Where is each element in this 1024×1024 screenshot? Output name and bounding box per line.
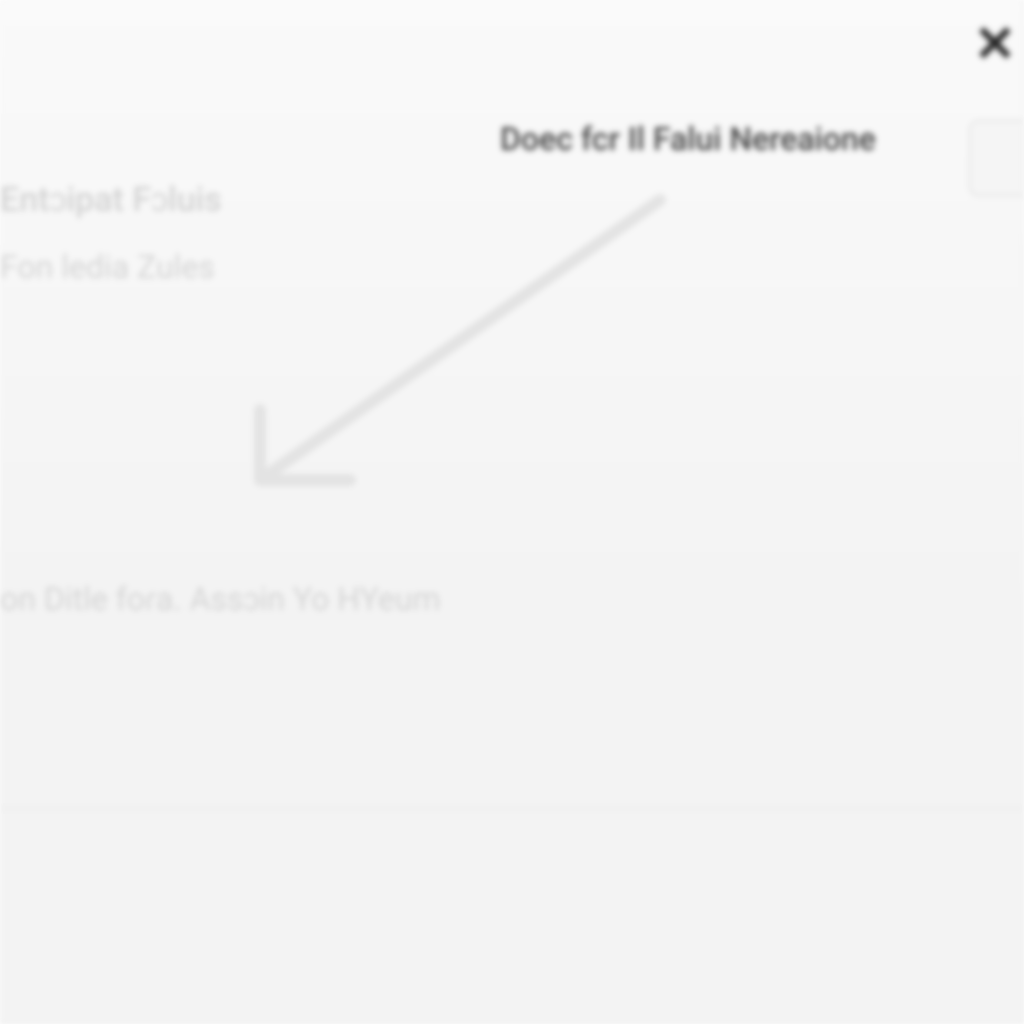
- close-icon: ✕: [974, 15, 1016, 74]
- side-action-button[interactable]: [969, 120, 1023, 196]
- content-heading-1: Entɔipat Fɔluis: [0, 180, 222, 220]
- annotation-arrow-icon: [200, 190, 680, 520]
- dialog-title: Doec fcr Il Falui Nereaione: [500, 120, 876, 158]
- content-subtext-1: Fon ledia Zules: [0, 248, 215, 286]
- content-subtext-2: on Ditle foɾa. Assɔin Yo HYeum: [0, 580, 441, 618]
- close-button[interactable]: ✕: [971, 20, 1019, 68]
- dialog-panel: ✕ Doec fcr Il Falui Nereaione Entɔipat F…: [0, 0, 1024, 1024]
- footer-divider: [0, 808, 1023, 809]
